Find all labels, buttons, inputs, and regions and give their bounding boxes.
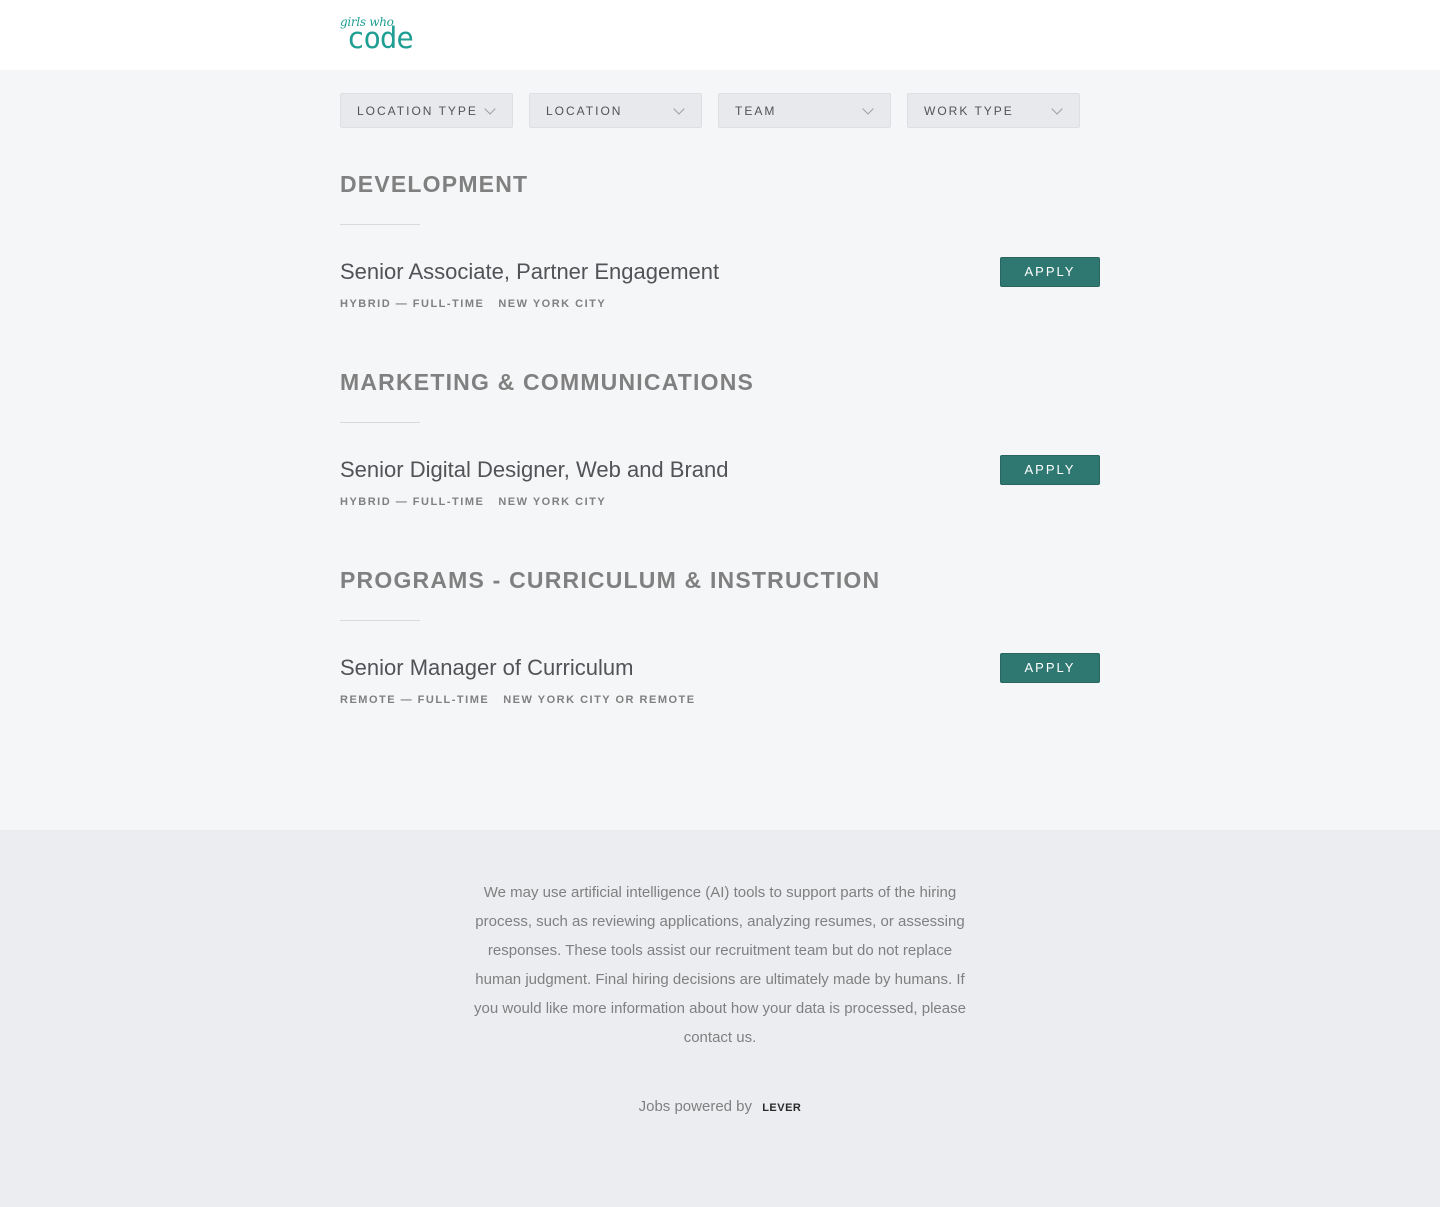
- site-header: girls who code: [0, 0, 1440, 70]
- filter-location-type[interactable]: LOCATION TYPE: [340, 93, 513, 128]
- posting-work-type: HYBRID — FULL-TIME: [340, 496, 485, 508]
- section-title: MARKETING & COMMUNICATIONS: [340, 369, 755, 395]
- apply-button[interactable]: APPLY: [1000, 455, 1100, 485]
- filter-bar: LOCATION TYPE LOCATION TEAM WORK TYPE: [340, 93, 1080, 128]
- filter-label: TEAM: [735, 103, 777, 118]
- section-title: PROGRAMS - CURRICULUM & INSTRUCTION: [340, 567, 881, 593]
- section-marketing-communications: MARKETING & COMMUNICATIONS Senior Digita…: [340, 368, 1100, 516]
- filter-location[interactable]: LOCATION: [529, 93, 702, 128]
- powered-by: Jobs powered by LEVER: [0, 1098, 1440, 1115]
- job-listings: LOCATION TYPE LOCATION TEAM WORK TYPE DE…: [0, 70, 1440, 830]
- job-posting: Senior Manager of Curriculum REMOTE — FU…: [340, 653, 1100, 714]
- chevron-down-icon: [1051, 103, 1063, 115]
- posting-title-link[interactable]: Senior Associate, Partner Engagement: [340, 258, 1100, 286]
- posting-location: NEW YORK CITY: [498, 496, 607, 508]
- job-posting: Senior Digital Designer, Web and Brand H…: [340, 455, 1100, 516]
- posting-work-type: HYBRID — FULL-TIME: [340, 298, 485, 310]
- filter-label: WORK TYPE: [924, 103, 1014, 118]
- section-programs-curriculum: PROGRAMS - CURRICULUM & INSTRUCTION Seni…: [340, 566, 1100, 714]
- lever-logo-link[interactable]: LEVER: [762, 1102, 801, 1114]
- apply-button[interactable]: APPLY: [1000, 257, 1100, 287]
- posting-location: NEW YORK CITY OR REMOTE: [503, 694, 696, 706]
- apply-button[interactable]: APPLY: [1000, 653, 1100, 683]
- logo-block-text: code: [347, 21, 414, 55]
- posting-meta: HYBRID — FULL-TIME NEW YORK CITY: [340, 496, 1100, 508]
- section-development: DEVELOPMENT Senior Associate, Partner En…: [340, 170, 1100, 318]
- job-posting: Senior Associate, Partner Engagement HYB…: [340, 257, 1100, 318]
- chevron-down-icon: [484, 103, 496, 115]
- ai-disclaimer-text: We may use artificial intelligence (AI) …: [474, 884, 966, 1046]
- section-divider: [340, 224, 420, 225]
- chevron-down-icon: [673, 103, 685, 115]
- girls-who-code-logo[interactable]: girls who code: [340, 15, 424, 55]
- chevron-down-icon: [862, 103, 874, 115]
- powered-by-text: Jobs powered by: [638, 1098, 753, 1115]
- posting-title-link[interactable]: Senior Digital Designer, Web and Brand: [340, 456, 1100, 484]
- section-title: DEVELOPMENT: [340, 171, 529, 197]
- section-divider: [340, 620, 420, 621]
- filter-label: LOCATION TYPE: [357, 103, 478, 118]
- posting-meta: HYBRID — FULL-TIME NEW YORK CITY: [340, 298, 1100, 310]
- posting-meta: REMOTE — FULL-TIME NEW YORK CITY OR REMO…: [340, 694, 1100, 706]
- filter-team[interactable]: TEAM: [718, 93, 891, 128]
- posting-location: NEW YORK CITY: [498, 298, 607, 310]
- posting-title-link[interactable]: Senior Manager of Curriculum: [340, 654, 1100, 682]
- filter-label: LOCATION: [546, 103, 623, 118]
- posting-work-type: REMOTE — FULL-TIME: [340, 694, 490, 706]
- filter-work-type[interactable]: WORK TYPE: [907, 93, 1080, 128]
- site-footer: We may use artificial intelligence (AI) …: [0, 830, 1440, 1207]
- section-divider: [340, 422, 420, 423]
